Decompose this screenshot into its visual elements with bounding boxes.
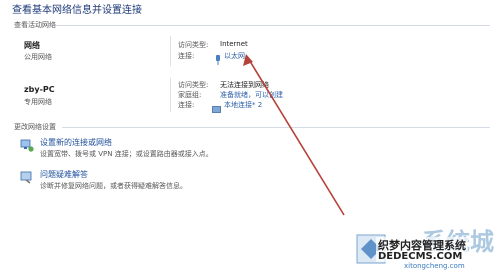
watermark-site: xitongcheng.com (404, 262, 465, 270)
watermark-domain: DEDECMS.COM (376, 251, 465, 262)
